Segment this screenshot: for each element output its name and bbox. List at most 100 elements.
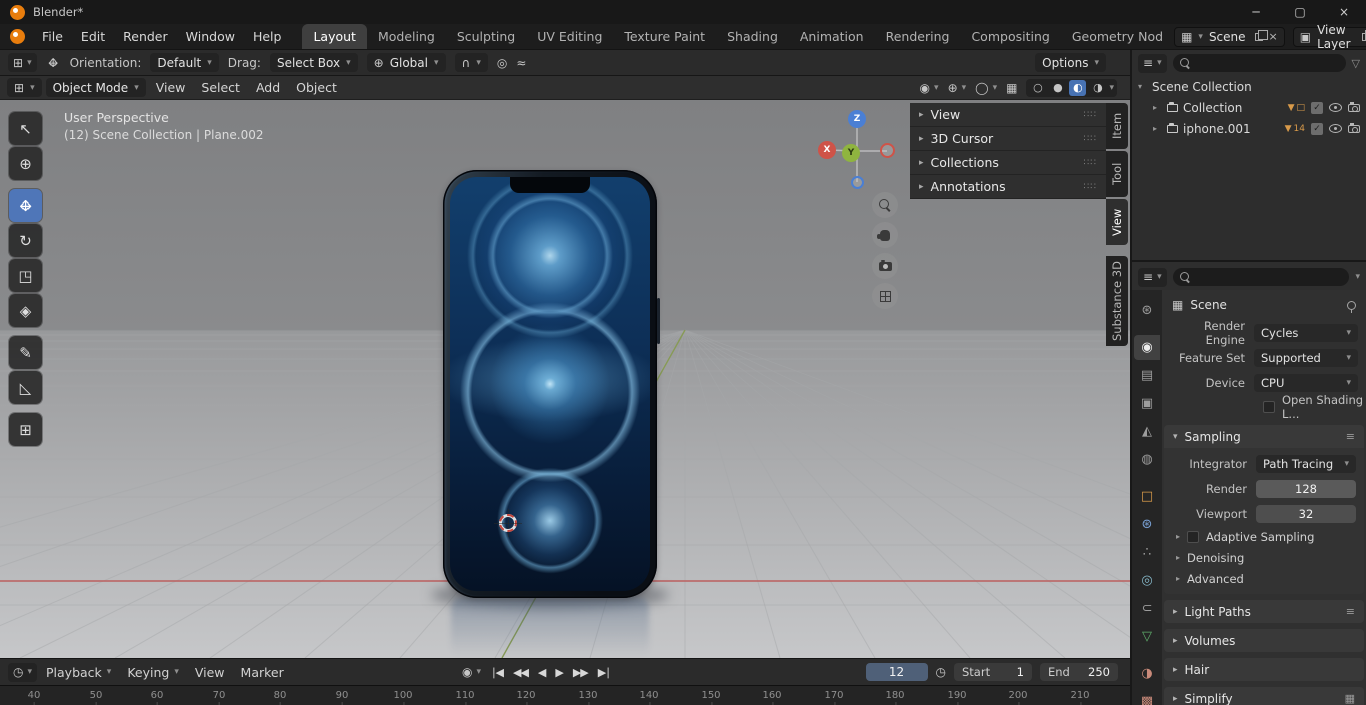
- view-layer-selector[interactable]: ▣ View Layer ×: [1292, 23, 1366, 51]
- exclude-checkbox[interactable]: ✓: [1311, 122, 1323, 135]
- workspace-tab-shading[interactable]: Shading: [716, 24, 789, 49]
- properties-editor-type-button[interactable]: ≡ ▾: [1138, 267, 1167, 287]
- tab-particles[interactable]: ∴: [1134, 540, 1160, 565]
- minimize-button[interactable]: ─: [1234, 0, 1278, 24]
- end-frame-field[interactable]: End 250: [1040, 663, 1118, 681]
- options-dropdown[interactable]: Options ▾: [1035, 53, 1106, 72]
- editor-type-button[interactable]: ⊞ ▾: [8, 53, 37, 72]
- menu-file[interactable]: File: [33, 24, 72, 49]
- jump-to-end-button[interactable]: ▶∣: [598, 666, 611, 679]
- exclude-checkbox[interactable]: ✓: [1311, 101, 1323, 114]
- gizmo-x-axis[interactable]: X: [818, 141, 836, 159]
- chevron-down-icon[interactable]: ▾: [1109, 83, 1114, 93]
- current-frame-field[interactable]: 12: [865, 663, 928, 681]
- tab-texture[interactable]: ▩: [1134, 689, 1160, 705]
- pin-icon[interactable]: [1347, 300, 1356, 313]
- timeline-menu-keying[interactable]: Keying ▾: [120, 665, 186, 680]
- workspace-tab-sculpting[interactable]: Sculpting: [446, 24, 526, 49]
- zoom-button[interactable]: [872, 192, 898, 218]
- timeline-menu-playback[interactable]: Playback ▾: [39, 665, 118, 680]
- navigation-gizmo[interactable]: Z X Y: [817, 104, 897, 196]
- osl-checkbox[interactable]: [1263, 401, 1275, 413]
- tab-constraints[interactable]: ⊂: [1134, 596, 1160, 621]
- workspace-tab-rendering[interactable]: Rendering: [875, 24, 961, 49]
- tab-scene[interactable]: ◭: [1134, 419, 1160, 444]
- shading-wireframe-button[interactable]: ○: [1029, 80, 1046, 96]
- viewport-menu-object[interactable]: Object: [290, 80, 343, 95]
- orthographic-toggle-button[interactable]: [872, 283, 898, 309]
- workspace-tab-geometry-nodes[interactable]: Geometry Nod: [1061, 24, 1174, 49]
- next-keyframe-button[interactable]: ▶▶: [573, 666, 589, 679]
- panel-menu-icon[interactable]: ≡: [1346, 605, 1355, 618]
- chevron-right-icon[interactable]: ▸: [1153, 103, 1162, 112]
- display-filter-chevron-icon[interactable]: ▾: [1355, 272, 1360, 282]
- viewport-menu-view[interactable]: View: [150, 80, 192, 95]
- proportional-edit-icon[interactable]: ◎: [497, 56, 507, 70]
- prev-keyframe-button[interactable]: ◀◀: [513, 666, 529, 679]
- filter-icon[interactable]: ▽: [1352, 57, 1360, 70]
- sidebar-tab-item[interactable]: Item: [1106, 103, 1128, 149]
- menu-edit[interactable]: Edit: [72, 24, 114, 49]
- blender-menu-logo-icon[interactable]: [10, 29, 25, 44]
- chevron-right-icon[interactable]: ▸: [1153, 124, 1162, 133]
- disable-render-camera-icon[interactable]: [1348, 122, 1360, 133]
- grip-icon[interactable]: ∷∷: [1084, 158, 1097, 168]
- workspace-tab-modeling[interactable]: Modeling: [367, 24, 446, 49]
- grip-icon[interactable]: ∷∷: [1084, 110, 1097, 120]
- cursor-tool[interactable]: ⊕: [9, 147, 42, 180]
- panel-menu-icon[interactable]: ≡: [1346, 430, 1355, 443]
- scale-tool[interactable]: ◳: [9, 259, 42, 292]
- camera-view-button[interactable]: [872, 253, 898, 279]
- falloff-icon[interactable]: ≈: [516, 56, 526, 70]
- grip-icon[interactable]: ∷∷: [1084, 182, 1097, 192]
- feature-set-dropdown[interactable]: Supported ▾: [1254, 348, 1358, 367]
- scene-selector[interactable]: ▦ ▾ Scene ×: [1174, 26, 1285, 47]
- menu-render[interactable]: Render: [114, 24, 177, 49]
- overlays-dropdown[interactable]: ◯ ▾: [975, 81, 997, 95]
- viewport-editor-type-button[interactable]: ⊞ ▾: [7, 78, 42, 97]
- advanced-row[interactable]: ▸ Advanced: [1164, 568, 1364, 589]
- disable-render-camera-icon[interactable]: [1348, 101, 1360, 112]
- timeline-editor-type-button[interactable]: ◷ ▾: [8, 662, 38, 682]
- play-reverse-button[interactable]: ◀: [538, 666, 547, 679]
- gizmo-z-axis[interactable]: Z: [848, 110, 866, 128]
- viewport-samples-field[interactable]: 32: [1256, 504, 1356, 523]
- panel-3d-cursor[interactable]: ▸ 3D Cursor ∷∷: [910, 127, 1106, 151]
- sidebar-tab-tool[interactable]: Tool: [1106, 151, 1128, 197]
- tab-object[interactable]: □: [1134, 484, 1160, 509]
- tab-output[interactable]: ▤: [1134, 363, 1160, 388]
- tab-modifiers[interactable]: ⊛: [1134, 512, 1160, 537]
- close-button[interactable]: ×: [1322, 0, 1366, 24]
- tab-tool[interactable]: ⊛: [1134, 298, 1160, 323]
- volumes-section-header[interactable]: ▸ Volumes: [1164, 629, 1364, 652]
- select-box-tool[interactable]: ↖: [9, 112, 42, 145]
- new-view-layer-icon[interactable]: [1362, 29, 1366, 41]
- tab-material[interactable]: ◑: [1134, 661, 1160, 686]
- gizmo-neg-z-axis[interactable]: [851, 176, 864, 189]
- outliner-row-scene-collection[interactable]: ▾ Scene Collection: [1132, 76, 1366, 97]
- workspace-tab-compositing[interactable]: Compositing: [960, 24, 1060, 49]
- jump-to-start-button[interactable]: ∣◀: [491, 666, 504, 679]
- pan-button[interactable]: [872, 222, 898, 248]
- hide-eye-icon[interactable]: [1329, 124, 1342, 133]
- grip-icon[interactable]: ∷∷: [1084, 134, 1097, 144]
- gizmo-neg-x-axis[interactable]: [880, 143, 895, 158]
- tab-world[interactable]: ◍: [1134, 447, 1160, 472]
- integrator-dropdown[interactable]: Path Tracing ▾: [1256, 454, 1356, 473]
- shading-rendered-button[interactable]: ◑: [1089, 80, 1106, 96]
- timeline-menu-view[interactable]: View: [188, 665, 232, 680]
- device-dropdown[interactable]: CPU ▾: [1254, 373, 1358, 392]
- chevron-down-icon[interactable]: ▾: [1138, 82, 1147, 91]
- add-cube-tool[interactable]: ⊞: [9, 413, 42, 446]
- transform-pivot-dropdown[interactable]: ⊕ Global ▾: [366, 53, 446, 72]
- viewport-menu-select[interactable]: Select: [195, 80, 246, 95]
- workspace-tab-layout[interactable]: Layout: [302, 24, 367, 49]
- object-visibility-dropdown[interactable]: ◉ ▾: [920, 81, 939, 95]
- outliner-row-iphone[interactable]: ▸ iphone.001 ▼ 14 ✓: [1132, 118, 1366, 139]
- sampling-section-header[interactable]: ▾ Sampling ≡: [1164, 425, 1364, 448]
- start-frame-field[interactable]: Start 1: [954, 663, 1032, 681]
- outliner-row-collection[interactable]: ▸ Collection ▼ □ ✓: [1132, 97, 1366, 118]
- menu-window[interactable]: Window: [177, 24, 244, 49]
- viewport-menu-add[interactable]: Add: [250, 80, 286, 95]
- adaptive-sampling-checkbox[interactable]: [1187, 530, 1200, 543]
